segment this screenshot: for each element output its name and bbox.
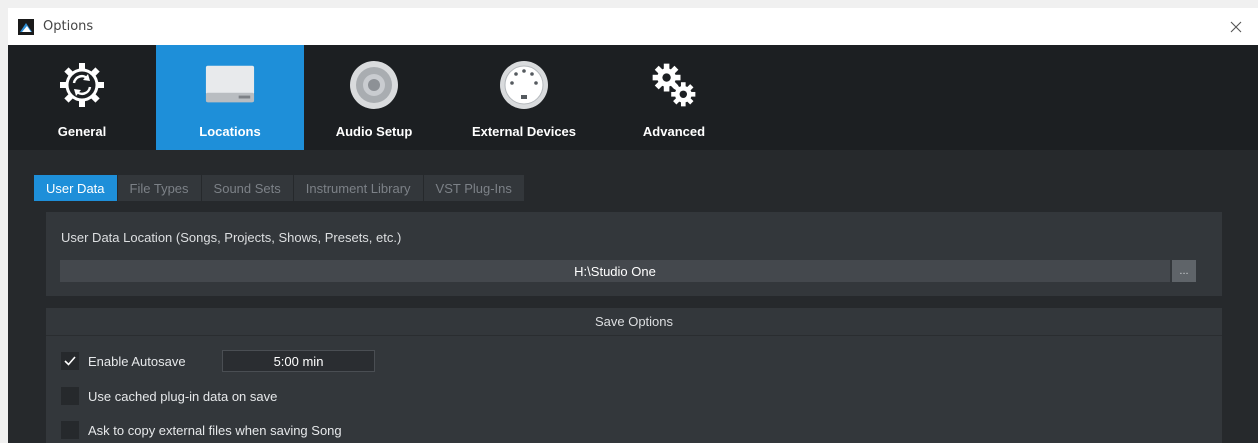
- locations-content: User Data File Types Sound Sets Instrume…: [8, 150, 1258, 443]
- midi-port-icon: [498, 59, 550, 111]
- close-icon: [1230, 21, 1242, 32]
- tab-sound-sets[interactable]: Sound Sets: [201, 175, 294, 201]
- cached-plugin-label: Use cached plug-in data on save: [88, 388, 278, 404]
- category-advanced-label: Advanced: [642, 124, 706, 139]
- category-audio-setup-label: Audio Setup: [335, 124, 413, 139]
- category-locations[interactable]: Locations: [156, 45, 304, 150]
- enable-autosave-checkbox[interactable]: [61, 352, 79, 370]
- copy-external-label: Ask to copy external files when saving S…: [88, 422, 342, 438]
- user-data-location-label: User Data Location (Songs, Projects, Sho…: [61, 230, 402, 245]
- copy-external-row: Ask to copy external files when saving S…: [61, 420, 342, 440]
- category-toolbar: General Locations Audio Setup External D…: [8, 45, 1258, 150]
- checkmark-icon: [64, 356, 76, 366]
- copy-external-checkbox[interactable]: [61, 421, 79, 439]
- autosave-interval-field[interactable]: 5:00 min: [222, 350, 375, 372]
- user-data-location-panel: User Data Location (Songs, Projects, Sho…: [46, 212, 1222, 296]
- tab-instrument-library[interactable]: Instrument Library: [293, 175, 424, 201]
- close-button[interactable]: [1214, 8, 1258, 45]
- tab-vst-plug-ins[interactable]: VST Plug-Ins: [423, 175, 525, 201]
- enable-autosave-label: Enable Autosave: [88, 353, 186, 369]
- save-options-header: Save Options: [46, 308, 1222, 336]
- category-general-label: General: [57, 124, 107, 139]
- category-advanced[interactable]: Advanced: [604, 45, 744, 150]
- title-bar: Options: [8, 8, 1258, 45]
- locations-tabs: User Data File Types Sound Sets Instrume…: [34, 175, 525, 201]
- save-options-panel: Save Options Enable Autosave 5:00 min Us…: [46, 308, 1222, 443]
- category-general[interactable]: General: [8, 45, 156, 150]
- enable-autosave-row: Enable Autosave: [61, 351, 186, 371]
- window-title: Options: [43, 19, 94, 34]
- drive-icon: [204, 59, 256, 111]
- category-locations-label: Locations: [199, 124, 261, 139]
- gear-sync-icon: [56, 59, 108, 111]
- speaker-icon: [348, 59, 400, 111]
- gears-icon: [648, 59, 700, 111]
- user-data-path-field[interactable]: H:\Studio One: [60, 260, 1170, 282]
- category-external-devices[interactable]: External Devices: [444, 45, 604, 150]
- cached-plugin-checkbox[interactable]: [61, 387, 79, 405]
- cached-plugin-row: Use cached plug-in data on save: [61, 386, 277, 406]
- browse-button[interactable]: ...: [1172, 260, 1196, 282]
- tab-user-data[interactable]: User Data: [34, 175, 118, 201]
- studio-one-app-icon: [18, 19, 34, 35]
- options-window: Options General Locations Audio Setup Ex…: [8, 8, 1258, 443]
- category-audio-setup[interactable]: Audio Setup: [304, 45, 444, 150]
- category-external-devices-label: External Devices: [471, 124, 577, 139]
- tab-file-types[interactable]: File Types: [117, 175, 202, 201]
